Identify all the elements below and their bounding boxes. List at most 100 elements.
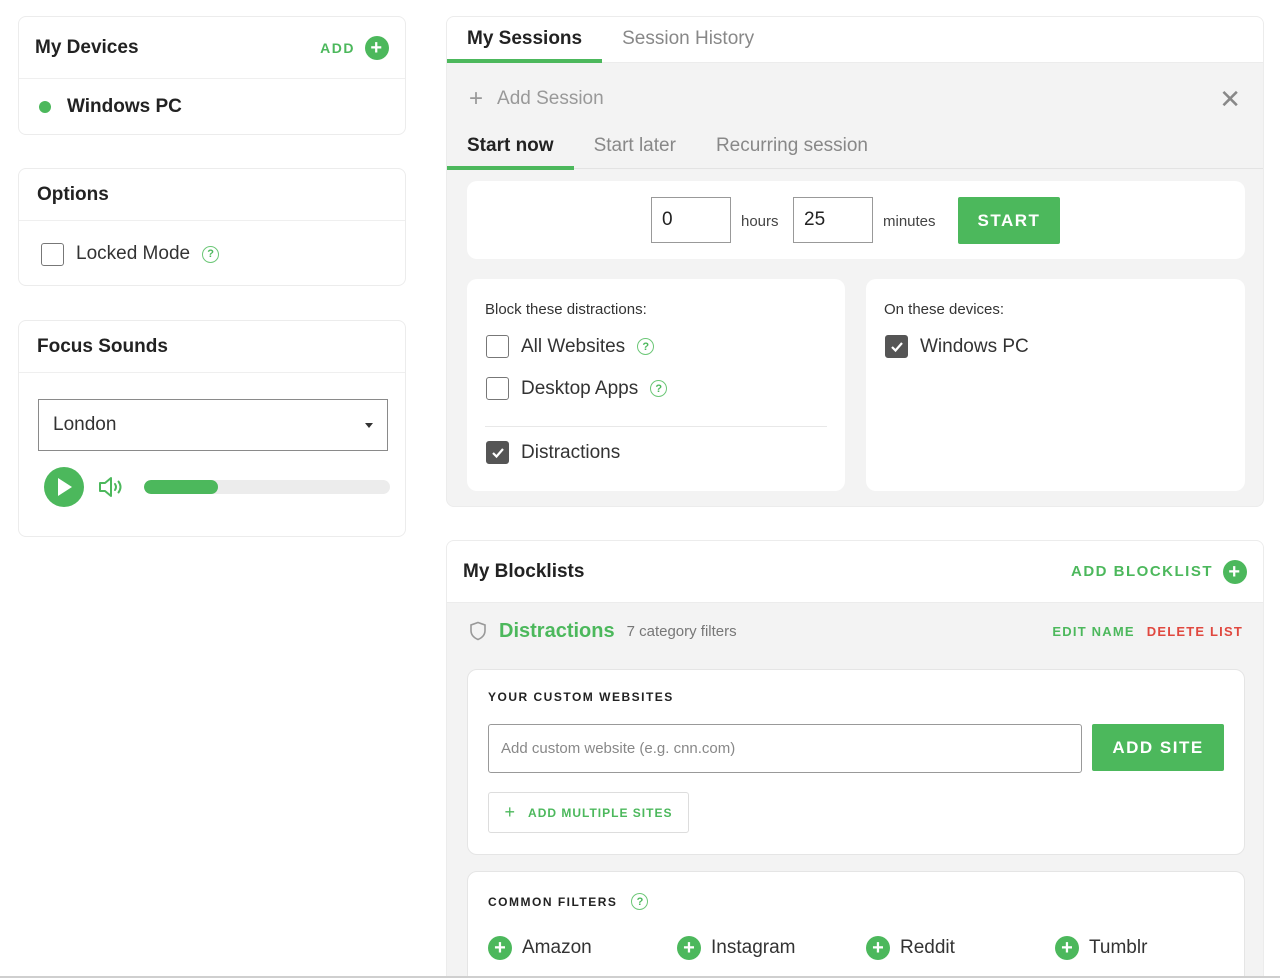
windows-pc-label: Windows PC — [920, 335, 1029, 357]
add-blocklist-button[interactable]: ADD BLOCKLIST + — [1071, 559, 1247, 584]
sound-select[interactable]: London — [38, 399, 388, 451]
all-websites-label: All Websites — [521, 335, 626, 357]
focus-sounds-title: Focus Sounds — [37, 335, 168, 357]
desktop-apps-checkbox[interactable] — [486, 377, 509, 400]
session-devices-label: On these devices: — [884, 301, 1005, 318]
sound-select-value: London — [53, 414, 117, 435]
session-tabs: My Sessions Session History — [447, 17, 1263, 63]
distractions-row: Distractions — [486, 441, 620, 464]
hours-input[interactable]: 0 — [651, 197, 731, 243]
add-multiple-sites-button[interactable]: + ADD MULTIPLE SITES — [488, 792, 689, 833]
common-filters-header: COMMON FILTERS ? — [488, 893, 649, 910]
filter-item-instagram[interactable]: + Instagram — [677, 936, 795, 960]
hours-label: hours — [741, 213, 779, 230]
windows-pc-checkbox[interactable] — [885, 335, 908, 358]
blocklist-actions: EDIT NAME DELETE LIST — [1052, 624, 1243, 639]
timer-box: 0 hours 25 minutes START — [467, 181, 1245, 259]
options-title: Options — [37, 183, 109, 205]
locked-mode-label: Locked Mode — [76, 243, 191, 264]
all-websites-checkbox[interactable] — [486, 335, 509, 358]
minutes-input[interactable]: 25 — [793, 197, 873, 243]
custom-website-input[interactable]: Add custom website (e.g. cnn.com) — [488, 724, 1082, 773]
blocklist-info: Distractions 7 category filters — [469, 620, 737, 643]
filter-label: Tumblr — [1089, 937, 1148, 958]
my-devices-title: My Devices — [35, 36, 139, 58]
blocklists-card: My Blocklists ADD BLOCKLIST + Distractio… — [446, 540, 1264, 978]
help-icon[interactable]: ? — [637, 338, 655, 355]
plus-icon: + — [504, 802, 517, 822]
shield-icon — [470, 621, 486, 641]
session-devices-card: On these devices: Windows PC — [866, 279, 1245, 491]
online-status-icon — [39, 101, 51, 113]
filter-label: Reddit — [900, 937, 955, 958]
sessions-card: My Sessions Session History + Add Sessio… — [446, 16, 1264, 507]
delete-list-button[interactable]: DELETE LIST — [1147, 624, 1243, 639]
plus-circle-icon: + — [677, 936, 701, 960]
focus-sounds-card: Focus Sounds London — [18, 320, 406, 537]
options-card: Options Locked Mode ? — [18, 168, 406, 286]
locked-mode-row: Locked Mode ? — [19, 221, 405, 287]
tab-my-sessions[interactable]: My Sessions — [447, 17, 603, 63]
plus-circle-icon: + — [488, 936, 512, 960]
add-session-label: Add Session — [497, 88, 604, 109]
caret-down-icon — [365, 422, 373, 428]
common-filters-label: COMMON FILTERS — [488, 894, 618, 909]
filter-label: Instagram — [711, 937, 796, 958]
tab-start-later[interactable]: Start later — [574, 135, 696, 169]
add-device-button[interactable]: ADD + — [320, 35, 389, 60]
common-filters-box: COMMON FILTERS ? + Amazon + Instagram + … — [467, 871, 1245, 978]
add-site-button[interactable]: ADD SITE — [1092, 724, 1224, 771]
locked-mode-checkbox[interactable] — [41, 242, 64, 266]
filter-item-tumblr[interactable]: + Tumblr — [1055, 936, 1147, 960]
volume-slider[interactable] — [144, 480, 390, 494]
plus-icon: + — [469, 85, 484, 112]
custom-websites-box: YOUR CUSTOM WEBSITES Add custom website … — [467, 669, 1245, 855]
sound-player — [44, 467, 390, 507]
filter-item-amazon[interactable]: + Amazon — [488, 936, 592, 960]
my-devices-card: My Devices ADD + Windows PC — [18, 16, 406, 135]
filter-label: Amazon — [522, 937, 592, 958]
focus-sounds-header: Focus Sounds — [19, 321, 405, 373]
add-session-row: + Add Session ✕ — [447, 63, 1263, 135]
options-header: Options — [19, 169, 405, 221]
play-icon — [58, 478, 72, 496]
play-button[interactable] — [44, 467, 84, 507]
my-devices-header: My Devices ADD + — [19, 17, 405, 79]
edit-name-button[interactable]: EDIT NAME — [1052, 624, 1134, 639]
speaker-icon[interactable] — [98, 475, 126, 499]
blocklist-row: Distractions 7 category filters EDIT NAM… — [447, 603, 1263, 659]
custom-websites-label: YOUR CUSTOM WEBSITES — [488, 690, 674, 704]
blocklist-count: 7 category filters — [626, 622, 737, 640]
blocklists-header: My Blocklists ADD BLOCKLIST + — [447, 541, 1263, 603]
tab-session-history[interactable]: Session History — [602, 17, 774, 62]
plus-circle-icon: + — [365, 35, 389, 60]
add-device-label: ADD — [320, 39, 355, 56]
help-icon[interactable]: ? — [202, 245, 220, 263]
tab-recurring-session[interactable]: Recurring session — [696, 135, 888, 169]
close-icon[interactable]: ✕ — [1219, 84, 1241, 115]
add-multiple-sites-label: ADD MULTIPLE SITES — [528, 805, 673, 820]
device-item[interactable]: Windows PC — [19, 79, 405, 135]
help-icon[interactable]: ? — [631, 893, 649, 910]
plus-circle-icon: + — [1223, 559, 1247, 584]
session-device-row: Windows PC — [885, 335, 1029, 358]
add-session-button[interactable]: + Add Session — [469, 85, 604, 113]
filter-item-reddit[interactable]: + Reddit — [866, 936, 955, 960]
tab-start-now[interactable]: Start now — [447, 135, 574, 170]
block-distractions-label: Block these distractions: — [485, 301, 647, 318]
minutes-label: minutes — [883, 213, 936, 230]
plus-circle-icon: + — [866, 936, 890, 960]
help-icon[interactable]: ? — [650, 380, 668, 397]
distractions-checkbox[interactable] — [486, 441, 509, 464]
volume-slider-fill — [144, 480, 218, 494]
device-name: Windows PC — [67, 96, 182, 117]
block-distractions-card: Block these distractions: All Websites ?… — [467, 279, 845, 491]
start-mode-tabs: Start now Start later Recurring session — [447, 135, 1263, 170]
add-blocklist-label: ADD BLOCKLIST — [1071, 563, 1213, 580]
start-button[interactable]: START — [958, 197, 1060, 244]
all-websites-row: All Websites ? — [486, 335, 655, 358]
divider — [485, 426, 827, 427]
blocklists-title: My Blocklists — [463, 560, 585, 582]
distractions-label: Distractions — [521, 441, 621, 463]
blocklist-name[interactable]: Distractions — [499, 620, 615, 643]
